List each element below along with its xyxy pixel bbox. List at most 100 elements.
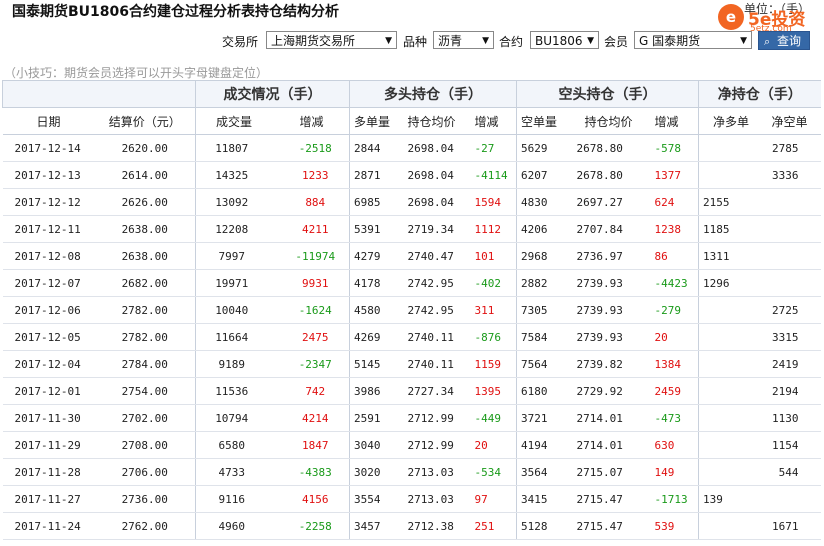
cell-short-change: 20 — [650, 323, 699, 351]
cell-net-long — [698, 134, 759, 162]
site-logo[interactable]: e 5e投资 5etz.com — [716, 4, 822, 34]
table-row: 2017-12-07 2682.00 19971 9931 4178 2742.95 -40… — [2, 269, 821, 297]
col-volume-change: 增减 — [267, 107, 350, 135]
cell-short: 5128 — [516, 512, 573, 540]
variety-label: 品种 — [403, 35, 428, 49]
cell-short: 7584 — [516, 323, 573, 351]
cell-short-change: -1713 — [650, 485, 699, 513]
cell-long: 5391 — [349, 215, 404, 243]
cell-volume: 6580 — [195, 431, 268, 459]
cell-net-short: 544 — [758, 458, 821, 486]
cell-long: 3554 — [349, 485, 404, 513]
cell-short-avg: 2678.80 — [572, 161, 651, 189]
cell-volume-change: 884 — [267, 188, 350, 216]
cell-short-change: 1238 — [650, 215, 699, 243]
cell-net-short — [758, 215, 821, 243]
cell-long-avg: 2719.34 — [403, 215, 471, 243]
cell-volume: 11536 — [195, 377, 268, 405]
cell-short-avg: 2739.93 — [572, 296, 651, 324]
cell-settle: 2702.00 — [94, 404, 196, 432]
table-row: 2017-11-29 2708.00 6580 1847 3040 2712.99 20 41… — [2, 431, 821, 459]
group-header-net: 净持仓（手） — [698, 80, 821, 108]
cell-date: 2017-11-30 — [2, 404, 95, 432]
member-select[interactable]: G 国泰期货 ▼ — [634, 31, 752, 49]
cell-short-change: 539 — [650, 512, 699, 540]
cell-short: 4194 — [516, 431, 573, 459]
cell-short-change: 624 — [650, 188, 699, 216]
col-settle: 结算价（元） — [94, 107, 196, 135]
cell-settle: 2706.00 — [94, 458, 196, 486]
cell-net-short — [758, 188, 821, 216]
cell-net-short: 2725 — [758, 296, 821, 324]
table-row: 2017-12-13 2614.00 14325 1233 2871 2698.04 -41… — [2, 161, 821, 189]
cell-short-change: 149 — [650, 458, 699, 486]
cell-date: 2017-12-12 — [2, 188, 95, 216]
cell-long-change: -27 — [470, 134, 517, 162]
variety-select-value: 沥青 — [438, 34, 463, 48]
page-title: 国泰期货BU1806合约建仓过程分析表持仓结构分析 — [12, 4, 340, 20]
cell-short-avg: 2715.47 — [572, 485, 651, 513]
cell-net-short: 2419 — [758, 350, 821, 378]
exchange-select-value: 上海期货交易所 — [271, 34, 356, 48]
cell-short-avg: 2729.92 — [572, 377, 651, 405]
cell-date: 2017-12-04 — [2, 350, 95, 378]
table-row: 2017-12-12 2626.00 13092 884 6985 2698.04 1594… — [2, 188, 821, 216]
cell-date: 2017-11-24 — [2, 512, 95, 540]
cell-settle: 2626.00 — [94, 188, 196, 216]
cell-volume: 9116 — [195, 485, 268, 513]
chevron-down-icon: ▼ — [740, 36, 747, 46]
cell-volume: 9189 — [195, 350, 268, 378]
tip-text: （小技巧：期货会员选择可以开头字母键盘定位） — [4, 66, 269, 80]
cell-date: 2017-11-28 — [2, 458, 95, 486]
cell-short-avg: 2739.82 — [572, 350, 651, 378]
cell-net-long: 1311 — [698, 242, 759, 270]
cell-volume: 14325 — [195, 161, 268, 189]
cell-long-avg: 2712.99 — [403, 404, 471, 432]
exchange-label: 交易所 — [222, 35, 259, 49]
cell-short: 3564 — [516, 458, 573, 486]
cell-long: 3457 — [349, 512, 404, 540]
query-button[interactable]: ⌕ 查询 — [758, 31, 810, 50]
col-volume: 成交量 — [195, 107, 268, 135]
cell-settle: 2736.00 — [94, 485, 196, 513]
cell-volume-change: -2518 — [267, 134, 350, 162]
cell-settle: 2782.00 — [94, 323, 196, 351]
cell-volume: 4733 — [195, 458, 268, 486]
cell-long: 4580 — [349, 296, 404, 324]
cell-long-avg: 2740.47 — [403, 242, 471, 270]
cell-long-change: -402 — [470, 269, 517, 297]
cell-short-avg: 2678.80 — [572, 134, 651, 162]
cell-net-long — [698, 161, 759, 189]
cell-date: 2017-12-05 — [2, 323, 95, 351]
contract-select[interactable]: BU1806 ▼ — [530, 31, 599, 49]
table-row: 2017-12-05 2782.00 11664 2475 4269 2740.11 -87… — [2, 323, 821, 351]
cell-long-avg: 2742.95 — [403, 296, 471, 324]
cell-long-change: -4114 — [470, 161, 517, 189]
cell-long-change: -876 — [470, 323, 517, 351]
cell-long: 5145 — [349, 350, 404, 378]
cell-volume: 10794 — [195, 404, 268, 432]
exchange-select[interactable]: 上海期货交易所 ▼ — [266, 31, 397, 49]
variety-select[interactable]: 沥青 ▼ — [433, 31, 494, 49]
cell-net-short: 1154 — [758, 431, 821, 459]
cell-long: 6985 — [349, 188, 404, 216]
table-row: 2017-11-30 2702.00 10794 4214 2591 2712.99 -44… — [2, 404, 821, 432]
cell-volume: 7997 — [195, 242, 268, 270]
contract-label: 合约 — [499, 35, 524, 49]
cell-long-change: 1112 — [470, 215, 517, 243]
cell-date: 2017-11-29 — [2, 431, 95, 459]
cell-short-avg: 2707.84 — [572, 215, 651, 243]
cell-long-avg: 2698.04 — [403, 134, 471, 162]
cell-volume: 10040 — [195, 296, 268, 324]
cell-long: 2871 — [349, 161, 404, 189]
cell-long-change: 1395 — [470, 377, 517, 405]
cell-volume-change: 4214 — [267, 404, 350, 432]
table-row: 2017-12-14 2620.00 11807 -2518 2844 2698.04 -2… — [2, 134, 821, 162]
col-long-avg: 持仓均价 — [403, 107, 471, 135]
col-long: 多单量 — [349, 107, 404, 135]
cell-net-long — [698, 431, 759, 459]
cell-volume: 4960 — [195, 512, 268, 540]
cell-volume-change: -2347 — [267, 350, 350, 378]
cell-settle: 2682.00 — [94, 269, 196, 297]
cell-long: 2844 — [349, 134, 404, 162]
